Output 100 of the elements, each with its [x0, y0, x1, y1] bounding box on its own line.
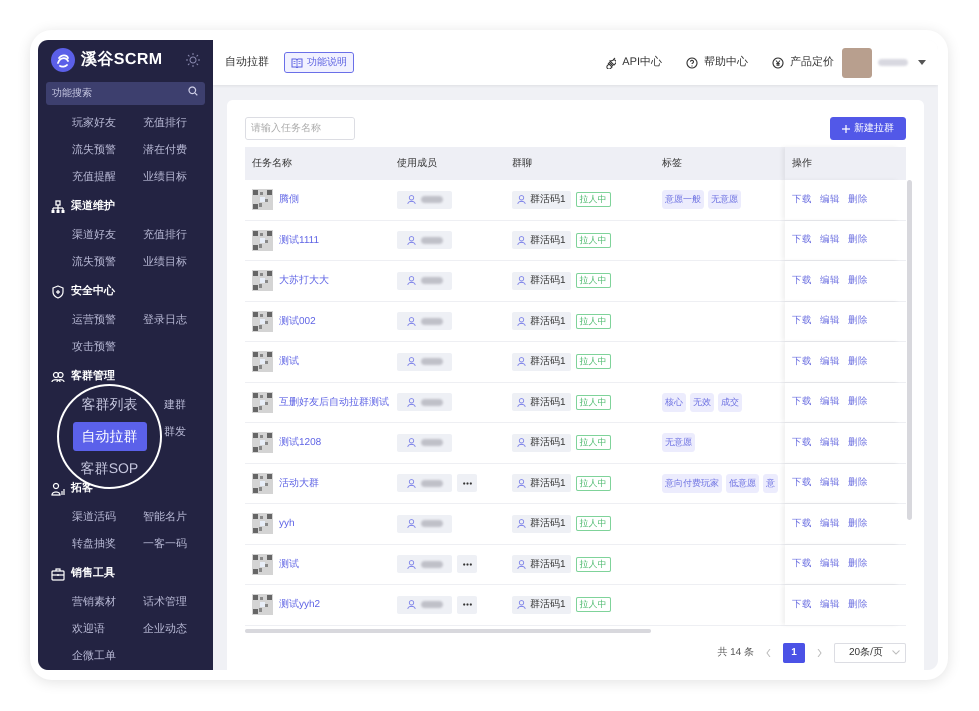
menu-item[interactable]: 充值排行 [143, 115, 187, 132]
status-tag: 拉人中 [576, 354, 611, 370]
task-name-link[interactable]: 大苏打大大 [279, 273, 329, 288]
plug-icon [604, 56, 616, 68]
menu-item[interactable]: 渠道好友 [72, 227, 116, 244]
vertical-scrollbar[interactable] [907, 180, 912, 520]
menu-item[interactable]: 自动拉群 [72, 422, 146, 451]
horizontal-scrollbar[interactable] [245, 628, 651, 632]
action-link[interactable]: 下载 [792, 274, 812, 288]
task-name-link[interactable]: 测试002 [279, 314, 316, 329]
action-link[interactable]: 编辑 [820, 395, 840, 410]
menu-item[interactable]: 话术管理 [143, 594, 187, 611]
action-link[interactable]: 编辑 [820, 557, 840, 572]
task-name-link[interactable]: 测试 [279, 556, 299, 572]
person-icon [406, 478, 416, 488]
action-link[interactable]: 下载 [792, 233, 812, 248]
menu-item[interactable]: 转盘抽奖 [72, 536, 116, 553]
task-name-link[interactable]: 测试1208 [279, 435, 322, 450]
search-field[interactable]: 功能搜索 [46, 82, 205, 105]
action-link[interactable]: 编辑 [820, 274, 840, 288]
menu-item[interactable]: 渠道活码 [72, 509, 116, 526]
action-link[interactable]: 下载 [792, 436, 812, 450]
person-icon [517, 560, 526, 569]
toolbox-icon [51, 566, 65, 580]
group-name: 群活码1 [530, 558, 566, 572]
action-link[interactable]: 删除 [848, 233, 868, 248]
menu-item[interactable]: 流失预警 [72, 142, 116, 159]
task-name-link[interactable]: 腾側 [279, 192, 299, 208]
menu-item[interactable]: 充值提醒 [72, 169, 116, 186]
menu-item[interactable]: 登录日志 [143, 312, 187, 329]
action-link[interactable]: 删除 [848, 395, 868, 410]
action-link[interactable]: 下载 [792, 192, 812, 207]
menu-item[interactable]: 业绩目标 [143, 169, 187, 186]
person-icon [517, 600, 526, 610]
group-name: 群活码1 [530, 234, 566, 248]
menu-item[interactable]: 企微工单 [72, 648, 116, 665]
menu-item[interactable]: 群发 [164, 424, 186, 441]
more-button[interactable] [457, 596, 477, 614]
person-chart-icon [51, 482, 65, 496]
more-button[interactable] [457, 555, 477, 574]
task-name-link[interactable]: yyh [279, 516, 295, 532]
help-button[interactable]: 功能说明 [284, 52, 354, 73]
label-tag: 意 [763, 474, 778, 493]
question-icon [686, 56, 698, 68]
nav-link[interactable]: API中心 [604, 54, 662, 71]
action-link[interactable]: 编辑 [820, 598, 840, 612]
action-link[interactable]: 下载 [792, 354, 812, 369]
action-link[interactable]: 删除 [848, 354, 868, 369]
column-header: 群聊 [512, 157, 532, 171]
action-link[interactable]: 下载 [792, 314, 812, 328]
action-link[interactable]: 下载 [792, 516, 812, 531]
new-group-button[interactable]: 新建拉群 [830, 117, 906, 140]
task-name-link[interactable]: 测试1111 [279, 232, 320, 248]
action-link[interactable]: 编辑 [820, 192, 840, 207]
menu-item[interactable]: 建群 [164, 397, 186, 414]
qr-code-icon [252, 392, 273, 413]
avatar-placeholder [842, 48, 872, 78]
task-name-link[interactable]: 测试 [279, 354, 299, 370]
menu-item[interactable]: 企业动态 [143, 621, 187, 638]
menu-item[interactable]: 潜在付费 [143, 142, 187, 159]
task-name-link[interactable]: 测试yyh2 [279, 597, 320, 612]
action-link[interactable]: 下载 [792, 395, 812, 410]
search-field[interactable]: 请输入任务名称 [245, 117, 355, 140]
action-link[interactable]: 删除 [848, 192, 868, 207]
action-link[interactable]: 编辑 [820, 516, 840, 531]
page-size-select[interactable]: 20条/页 [834, 642, 906, 662]
action-link[interactable]: 删除 [848, 274, 868, 288]
more-button[interactable] [457, 474, 477, 492]
action-link[interactable]: 删除 [848, 436, 868, 450]
nav-link[interactable]: 帮助中心 [686, 54, 748, 71]
action-link[interactable]: 下载 [792, 476, 812, 490]
menu-item[interactable]: 玩家好友 [72, 115, 116, 132]
menu-item[interactable]: 营销素材 [72, 594, 116, 611]
action-link[interactable]: 下载 [792, 557, 812, 572]
action-link[interactable]: 编辑 [820, 476, 840, 490]
action-link[interactable]: 删除 [848, 314, 868, 328]
menu-item[interactable]: 业绩目标 [143, 254, 187, 271]
task-name-link[interactable]: 活动大群 [279, 476, 319, 491]
nav-link[interactable]: 产品定价 [772, 54, 834, 71]
task-name-link[interactable]: 互删好友后自动拉群测试 [279, 394, 389, 410]
action-link[interactable]: 删除 [848, 516, 868, 531]
action-link[interactable]: 删除 [848, 557, 868, 572]
menu-item[interactable]: 充值排行 [143, 227, 187, 244]
action-link[interactable]: 删除 [848, 476, 868, 490]
menu-item[interactable]: 客群SOP [80, 458, 138, 479]
menu-item[interactable]: 欢迎语 [72, 621, 105, 638]
menu-item[interactable]: 攻击预警 [72, 339, 116, 356]
action-link[interactable]: 编辑 [820, 436, 840, 450]
menu-item[interactable]: 流失预警 [72, 254, 116, 271]
caret-icon [918, 60, 926, 65]
action-link[interactable]: 编辑 [820, 354, 840, 369]
menu-item[interactable]: 客群列表 [82, 394, 138, 415]
action-link[interactable]: 删除 [848, 598, 868, 612]
menu-item[interactable]: 一客一码 [143, 536, 187, 553]
menu-item[interactable]: 智能名片 [143, 509, 187, 526]
action-link[interactable]: 下载 [792, 598, 812, 612]
action-link[interactable]: 编辑 [820, 314, 840, 328]
menu-item[interactable]: 运营预警 [72, 312, 116, 329]
page-button[interactable]: 1 [783, 642, 805, 662]
action-link[interactable]: 编辑 [820, 233, 840, 248]
